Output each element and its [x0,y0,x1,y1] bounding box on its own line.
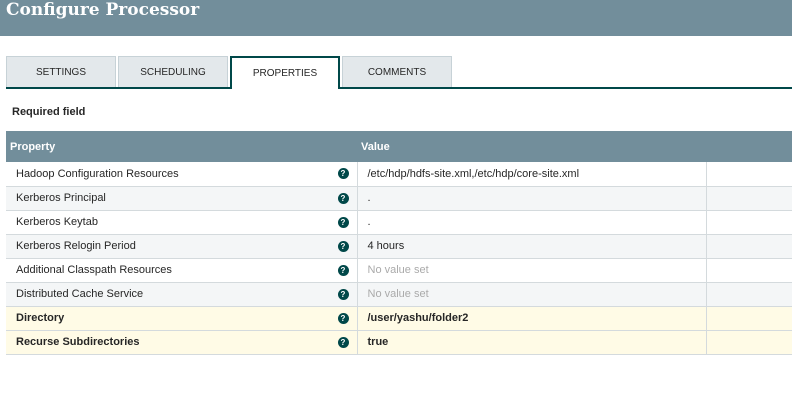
property-value[interactable]: /etc/hdp/hdfs-site.xml,/etc/hdp/core-sit… [356,162,706,187]
help-icon[interactable]: ? [337,288,349,300]
table-row[interactable]: Kerberos Principal?. [6,186,792,211]
table-row[interactable]: Distributed Cache Service? No value set [6,282,792,307]
table-row[interactable]: Recurse Subdirectories? true [6,330,792,355]
property-value[interactable]: true [356,330,706,355]
table-row[interactable]: Kerberos Relogin Period? 4 hours [6,234,792,259]
property-value[interactable]: . [356,186,706,211]
actions-column-header [706,131,792,162]
property-label: Additional Classpath Resources [16,264,172,276]
property-value[interactable]: 4 hours [356,234,706,259]
dialog-header: Configure Processor [0,0,792,36]
property-name: Additional Classpath Resources? [6,258,357,283]
table-row[interactable]: Directory?/user/yashu/folder2 [6,306,792,331]
dialog-title: Configure Processor [6,0,200,20]
property-value[interactable]: No value set [356,282,706,307]
help-icon[interactable]: ? [337,216,349,228]
property-name: Recurse Subdirectories? [6,330,357,355]
row-actions [705,330,792,355]
property-label: Distributed Cache Service [16,288,144,300]
property-label: Kerberos Principal [16,192,106,204]
value-column-header: Value [357,131,706,162]
property-column-header: Property [6,131,357,162]
row-actions [705,306,792,331]
row-actions [705,162,792,187]
property-label: Directory [16,312,65,324]
property-label: Kerberos Keytab [16,216,98,228]
row-actions [705,282,792,307]
table-row[interactable]: Hadoop Configuration Resources?/etc/hdp/… [6,162,792,187]
property-value[interactable]: . [356,210,706,235]
property-value[interactable]: /user/yashu/folder2 [356,306,706,331]
properties-table: Property Value Hadoop Configuration Reso… [6,131,792,355]
help-icon[interactable]: ? [337,240,349,252]
tab-bar: SETTINGS SCHEDULING PROPERTIES COMMENTS [6,56,792,89]
property-name: Kerberos Principal? [6,186,357,211]
property-name: Kerberos Relogin Period? [6,234,357,259]
tab-scheduling[interactable]: SCHEDULING [118,56,228,87]
help-icon[interactable]: ? [337,336,349,348]
row-actions [705,234,792,259]
table-row[interactable]: Additional Classpath Resources? No value … [6,258,792,283]
row-actions [705,210,792,235]
property-label: Hadoop Configuration Resources [16,167,179,180]
property-name: Distributed Cache Service? [6,282,357,307]
table-row[interactable]: Kerberos Keytab?. [6,210,792,235]
row-actions [705,258,792,283]
help-icon[interactable]: ? [337,264,349,276]
row-actions [705,186,792,211]
help-icon[interactable]: ? [337,192,349,204]
help-icon[interactable]: ? [337,168,349,179]
help-icon[interactable]: ? [337,312,349,324]
tab-comments[interactable]: COMMENTS [342,56,452,87]
tab-settings[interactable]: SETTINGS [6,56,116,87]
tab-properties[interactable]: PROPERTIES [230,56,340,89]
property-name: Directory? [6,306,357,331]
required-field-label: Required field [12,106,86,118]
property-value[interactable]: No value set [356,258,706,283]
property-label: Kerberos Relogin Period [16,240,136,252]
property-name: Kerberos Keytab? [6,210,357,235]
property-label: Recurse Subdirectories [16,336,140,348]
property-name: Hadoop Configuration Resources? [6,162,357,187]
